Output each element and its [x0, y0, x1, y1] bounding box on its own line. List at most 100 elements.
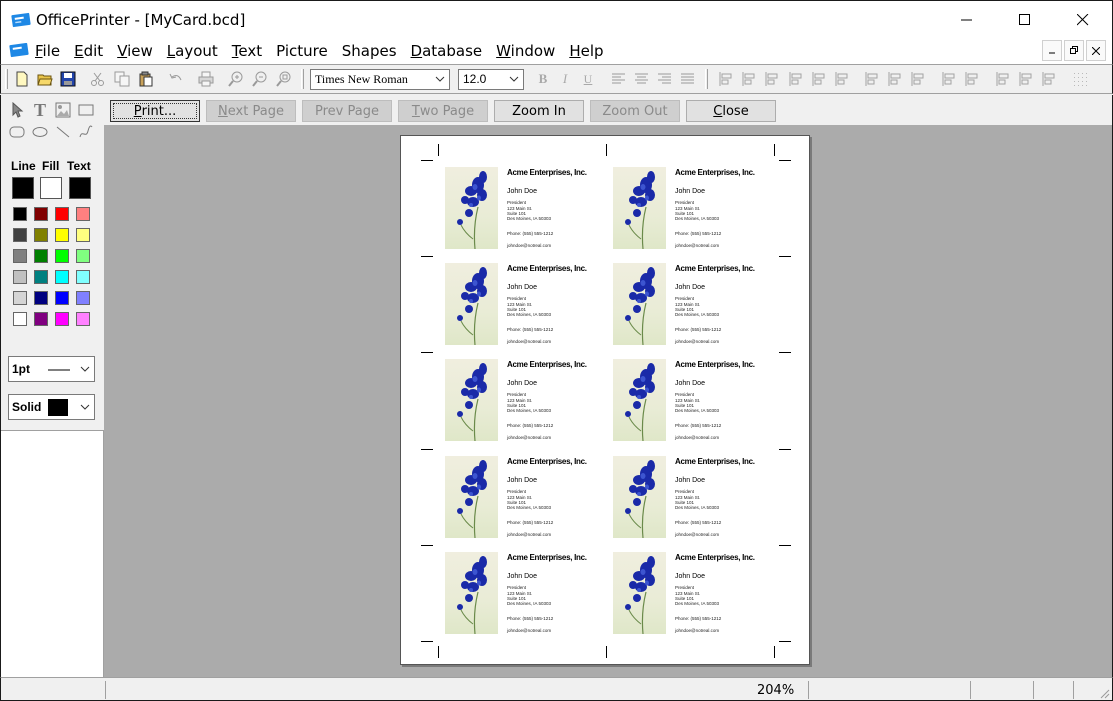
align-right-button[interactable] [656, 70, 674, 88]
align-bottom-edges-button[interactable] [787, 70, 805, 88]
maximize-button[interactable] [996, 1, 1054, 39]
prev-page-button[interactable]: Prev Page [302, 100, 392, 122]
distribute-vertical-button[interactable] [909, 70, 927, 88]
rounded-rect-tool[interactable] [7, 122, 27, 142]
picture-tool[interactable] [53, 100, 73, 120]
palette-swatch[interactable] [13, 291, 27, 305]
toolbar-grip[interactable] [5, 69, 8, 89]
line-tool[interactable] [53, 122, 73, 142]
palette-swatch[interactable] [76, 207, 90, 221]
bold-button[interactable]: B [534, 70, 552, 88]
align-horizontal-centers-button[interactable] [740, 70, 758, 88]
menu-item[interactable]: Text [232, 42, 262, 60]
menu-item[interactable]: Window [496, 42, 555, 60]
menu-item[interactable]: Edit [74, 42, 103, 60]
toolbar-grip[interactable] [705, 69, 708, 89]
zoom-in-button[interactable] [227, 70, 245, 88]
palette-swatch[interactable] [55, 270, 69, 284]
align-top-edges-button[interactable] [763, 70, 781, 88]
menu-item[interactable]: Help [569, 42, 603, 60]
palette-swatch[interactable] [76, 228, 90, 242]
underline-button[interactable]: U [579, 70, 597, 88]
ellipse-tool[interactable] [30, 122, 50, 142]
text-tool[interactable]: T [30, 100, 50, 120]
menu-item[interactable]: Picture [276, 42, 328, 60]
zoom-out-button[interactable]: Zoom Out [590, 100, 680, 122]
align-vertical-centers-button[interactable] [810, 70, 828, 88]
document-icon[interactable] [9, 43, 29, 58]
italic-button[interactable]: I [556, 70, 574, 88]
paste-button[interactable] [137, 70, 155, 88]
new-file-button[interactable] [13, 70, 31, 88]
resize-grip-icon[interactable] [1098, 687, 1110, 699]
next-page-button[interactable]: Next Page [206, 100, 296, 122]
palette-swatch[interactable] [34, 270, 48, 284]
two-page-button[interactable]: Two Page [398, 100, 488, 122]
distribute-horizontal-button[interactable] [863, 70, 881, 88]
palette-swatch[interactable] [55, 249, 69, 263]
print-button[interactable] [197, 70, 215, 88]
zoom-in-button[interactable]: Zoom In [494, 100, 584, 122]
select-tool[interactable] [7, 100, 27, 120]
justify-button[interactable] [679, 70, 697, 88]
align-left-button[interactable] [610, 70, 628, 88]
cut-button[interactable] [89, 70, 107, 88]
line-width-select[interactable]: 1pt [8, 356, 95, 382]
menu-item[interactable]: Layout [167, 42, 218, 60]
text-color-swatch[interactable] [69, 177, 91, 199]
palette-swatch[interactable] [55, 291, 69, 305]
zoom-out-button[interactable] [251, 70, 269, 88]
mdi-minimize-button[interactable] [1042, 40, 1062, 61]
minimize-button[interactable] [938, 1, 996, 39]
font-size-select[interactable]: 12.0 [458, 69, 524, 90]
same-height-button[interactable] [1017, 70, 1035, 88]
space-vertical-button[interactable] [963, 70, 981, 88]
palette-swatch[interactable] [13, 228, 27, 242]
toolbar-grip[interactable] [301, 69, 304, 89]
menu-item[interactable]: Database [411, 42, 483, 60]
align-left-edges-button[interactable] [717, 70, 735, 88]
close-preview-button[interactable]: Close [686, 100, 776, 122]
fill-style-select[interactable]: Solid [8, 394, 95, 420]
font-family-select[interactable]: Times New Roman [310, 69, 450, 90]
zoom-fit-button[interactable] [275, 70, 293, 88]
align-middle-button[interactable] [833, 70, 851, 88]
grid-button[interactable] [1071, 70, 1089, 88]
palette-swatch[interactable] [55, 207, 69, 221]
palette-swatch[interactable] [34, 312, 48, 326]
menu-item[interactable]: Shapes [342, 42, 397, 60]
fill-color-swatch[interactable] [40, 177, 62, 199]
palette-swatch[interactable] [13, 207, 27, 221]
palette-swatch[interactable] [34, 291, 48, 305]
palette-swatch[interactable] [76, 291, 90, 305]
palette-swatch[interactable] [13, 249, 27, 263]
freehand-tool[interactable] [76, 122, 96, 142]
line-color-swatch[interactable] [12, 177, 34, 199]
menu-item[interactable]: File [35, 42, 60, 60]
palette-swatch[interactable] [55, 312, 69, 326]
distribute-center-button[interactable] [886, 70, 904, 88]
mdi-close-button[interactable] [1086, 40, 1106, 61]
save-button[interactable] [59, 70, 77, 88]
palette-swatch[interactable] [34, 207, 48, 221]
palette-swatch[interactable] [76, 312, 90, 326]
align-center-button[interactable] [633, 70, 651, 88]
palette-swatch[interactable] [76, 249, 90, 263]
palette-swatch[interactable] [55, 228, 69, 242]
palette-swatch[interactable] [76, 270, 90, 284]
open-file-button[interactable] [36, 70, 54, 88]
rectangle-tool[interactable] [76, 100, 96, 120]
menu-item[interactable]: View [117, 42, 153, 60]
mdi-restore-button[interactable] [1064, 40, 1084, 61]
palette-swatch[interactable] [34, 249, 48, 263]
close-button[interactable] [1054, 1, 1112, 39]
copy-button[interactable] [113, 70, 131, 88]
palette-swatch[interactable] [13, 270, 27, 284]
palette-swatch[interactable] [34, 228, 48, 242]
same-width-button[interactable] [994, 70, 1012, 88]
space-horizontal-button[interactable] [940, 70, 958, 88]
palette-swatch[interactable] [13, 312, 27, 326]
print-button[interactable]: Print... [110, 100, 200, 122]
same-size-button[interactable] [1040, 70, 1058, 88]
undo-button[interactable] [167, 70, 185, 88]
